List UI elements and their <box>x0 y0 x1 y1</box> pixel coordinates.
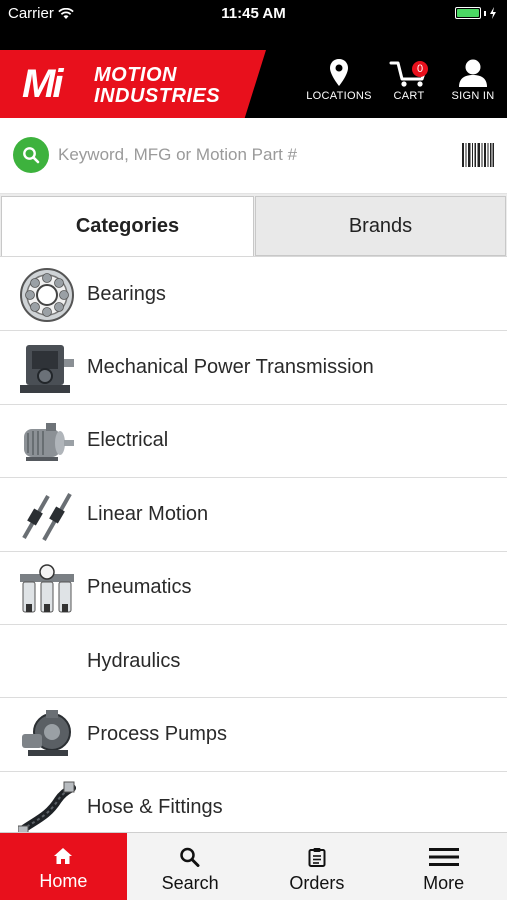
motion-industries-logo[interactable]: Mi MOTION INDUSTRIES <box>0 50 266 118</box>
gearbox-icon <box>20 345 74 394</box>
tab-brands[interactable]: Brands <box>255 196 506 256</box>
bearing-icon <box>20 268 74 322</box>
hose-icon <box>18 781 76 832</box>
list-item[interactable]: Linear Motion <box>0 478 507 552</box>
tab-home-label: Home <box>39 871 88 891</box>
menu-icon <box>428 848 459 866</box>
status-bar: Carrier 11:45 AM <box>0 0 507 28</box>
list-item[interactable]: Electrical <box>0 405 507 479</box>
list-item-label: Bearings <box>87 282 166 305</box>
list-item-label: Pneumatics <box>87 576 192 599</box>
list-item-label: Hose & Fittings <box>87 796 223 819</box>
search-bar <box>0 118 507 194</box>
tab-home[interactable]: Home <box>0 833 127 900</box>
home-icon <box>54 848 73 864</box>
barcode-scan-icon[interactable] <box>462 143 494 167</box>
list-item-label: Electrical <box>87 429 169 452</box>
cart-count-badge: 0 <box>412 61 428 77</box>
tab-orders[interactable]: Orders <box>254 833 381 900</box>
tab-more-label: More <box>423 873 465 893</box>
sign-in-label: SIGN IN <box>451 90 495 102</box>
list-item[interactable]: Hydraulics <box>0 625 507 699</box>
location-pin-icon <box>330 59 348 86</box>
list-item[interactable]: Hose & Fittings <box>0 772 507 832</box>
clipboard-icon <box>308 848 326 867</box>
locations-label: LOCATIONS <box>306 90 372 102</box>
user-icon <box>459 59 487 87</box>
tab-more[interactable]: More <box>380 833 507 900</box>
list-item-label: Process Pumps <box>87 723 228 746</box>
search-icon <box>180 847 200 867</box>
category-list: Bearings Mechanical Power Transmission E… <box>0 258 507 832</box>
tab-search[interactable]: Search <box>127 833 254 900</box>
sign-in-button[interactable]: SIGN IN <box>437 58 507 102</box>
logo-wordmark: MOTION INDUSTRIES <box>94 65 220 107</box>
list-item-label: Mechanical Power Transmission <box>87 356 374 379</box>
pump-icon <box>22 710 71 757</box>
cart-label: CART <box>393 90 425 102</box>
list-item-label: Hydraulics <box>87 649 181 672</box>
logo-line-1: MOTION <box>94 64 177 86</box>
app-header: Mi MOTION INDUSTRIES LOCATIONS 0 CART SI… <box>0 28 507 118</box>
search-icon <box>23 147 40 164</box>
tab-orders-label: Orders <box>289 873 345 893</box>
locations-button[interactable]: LOCATIONS <box>303 58 375 102</box>
battery-icon <box>455 7 497 19</box>
motor-icon <box>24 422 74 461</box>
linear-rail-icon <box>22 493 72 542</box>
list-item-label: Linear Motion <box>87 502 209 525</box>
search-button[interactable] <box>13 137 49 173</box>
air-filter-icon <box>20 563 74 613</box>
charging-icon <box>490 7 496 19</box>
cart-button[interactable]: 0 CART <box>373 58 445 102</box>
logo-line-2: INDUSTRIES <box>94 85 221 107</box>
bottom-tab-bar: Home Search Orders More <box>0 832 507 900</box>
status-time: 11:45 AM <box>221 5 286 22</box>
logo-mark: Mi <box>22 62 63 106</box>
list-item[interactable]: Mechanical Power Transmission <box>0 331 507 405</box>
list-item[interactable]: Process Pumps <box>0 698 507 772</box>
search-input[interactable] <box>58 140 438 170</box>
category-brand-tabs: Categories Brands <box>0 194 507 257</box>
list-item[interactable]: Pneumatics <box>0 552 507 625</box>
tab-search-label: Search <box>161 873 219 893</box>
list-item[interactable]: Bearings <box>0 258 507 332</box>
tab-categories[interactable]: Categories <box>1 196 254 256</box>
